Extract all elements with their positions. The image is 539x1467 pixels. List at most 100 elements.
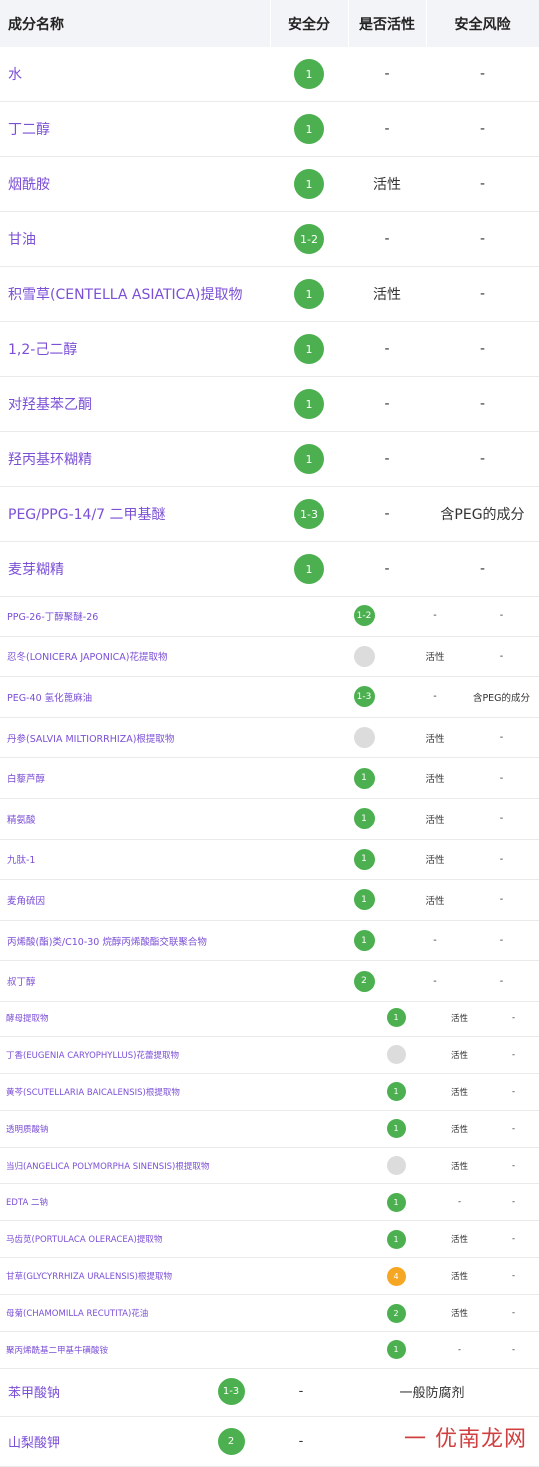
ingredient-name-link[interactable]: 麦芽糊精 bbox=[0, 541, 270, 597]
active-cell: - bbox=[348, 101, 426, 157]
table-row: 黄芩(SCUTELLARIA BAICALENSIS)根提取物 1 活性 - bbox=[0, 1073, 539, 1111]
safety-score-badge: 1 bbox=[386, 1008, 406, 1028]
score-cell: 2 bbox=[361, 1294, 431, 1333]
ingredient-name-link[interactable]: 忍冬(LONICERA JAPONICA)花提取物 bbox=[0, 636, 322, 678]
table-row: 积雪草(CENTELLA ASIATICA)提取物 1 活性 - bbox=[0, 266, 539, 322]
active-cell: 活性 bbox=[431, 1294, 488, 1333]
risk-cell: - bbox=[488, 1294, 539, 1333]
safety-score-badge: 1-2 bbox=[353, 605, 375, 627]
active-cell: 活性 bbox=[431, 1036, 488, 1074]
active-cell: - bbox=[431, 1183, 488, 1222]
risk-cell: - bbox=[488, 1147, 539, 1185]
ingredient-name-link[interactable]: 甘草(GLYCYRRHIZA URALENSIS)根提取物 bbox=[0, 1257, 361, 1296]
table-row: 当归(ANGELICA POLYMORPHA SINENSIS)根提取物 活性 - bbox=[0, 1147, 539, 1185]
ingredient-name-link[interactable]: 丹参(SALVIA MILTIORRHIZA)根提取物 bbox=[0, 717, 322, 759]
score-cell bbox=[322, 636, 406, 678]
score-cell: 1 bbox=[322, 920, 406, 962]
score-cell: 1 bbox=[361, 1110, 431, 1148]
safety-score-badge bbox=[353, 645, 375, 667]
ingredient-name-link[interactable]: 烟酰胺 bbox=[0, 156, 270, 212]
ingredient-table-smaller: 酵母提取物 1 活性 - 丁香(EUGENIA CARYOPHYLLUS)花蕾提取物 活性… bbox=[0, 1000, 539, 1369]
score-cell: 1-2 bbox=[270, 211, 348, 267]
ingredient-name-link[interactable]: 黄芩(SCUTELLARIA BAICALENSIS)根提取物 bbox=[0, 1073, 361, 1111]
active-cell: - bbox=[348, 431, 426, 487]
table-row: 麦芽糊精 1- - bbox=[0, 541, 539, 597]
table-row: 水1-- bbox=[0, 47, 539, 102]
table-row: 精氨酸 1 活性 - bbox=[0, 798, 539, 840]
active-cell: 活性 bbox=[348, 156, 426, 212]
table-row: 马齿苋(PORTULACA OLERACEA)提取物 1 活性 - bbox=[0, 1220, 539, 1259]
safety-score-badge: 1 bbox=[294, 554, 324, 584]
safety-score-badge: 1 bbox=[294, 114, 324, 144]
ingredient-name-link[interactable]: 对羟基苯乙酮 bbox=[0, 376, 270, 432]
ingredient-name-link[interactable]: 山梨酸钾 bbox=[0, 1416, 185, 1467]
ingredient-name-link[interactable]: PEG-40 氢化蓖麻油 bbox=[0, 676, 322, 718]
safety-score-badge: 1 bbox=[386, 1229, 406, 1249]
score-cell: 1 bbox=[270, 321, 348, 377]
active-cell: 活性 bbox=[406, 757, 464, 799]
ingredient-name-link[interactable]: 马齿苋(PORTULACA OLERACEA)提取物 bbox=[0, 1220, 361, 1259]
table-row: 母菊(CHAMOMILLA RECUTITA)花油 2 活性 - bbox=[0, 1294, 539, 1333]
ingredient-name-link[interactable]: EDTA 二钠 bbox=[0, 1183, 361, 1222]
ingredient-name-link[interactable]: 透明质酸钠 bbox=[0, 1110, 361, 1148]
table-row: 苯甲酸钠 1-3 - 一般防腐剂 bbox=[0, 1367, 539, 1417]
risk-cell: - bbox=[488, 1331, 539, 1369]
safety-score-badge: 1 bbox=[353, 930, 375, 952]
safety-score-badge: 1 bbox=[294, 334, 324, 364]
score-cell: 1 bbox=[270, 47, 348, 102]
ingredient-name-link[interactable]: 聚丙烯酰基二甲基牛磺酸铵 bbox=[0, 1331, 361, 1369]
ingredient-name-link[interactable]: 丙烯酸(酯)类/C10-30 烷醇丙烯酸酯交联聚合物 bbox=[0, 920, 322, 962]
table-row: 1,2-己二醇 1- - bbox=[0, 321, 539, 377]
score-cell: 1-3 bbox=[185, 1367, 277, 1417]
active-cell: 活性 bbox=[431, 1110, 488, 1148]
ingredient-name-link[interactable]: PPG-26-丁醇聚醚-26 bbox=[0, 596, 322, 637]
ingredient-name-link[interactable]: PEG/PPG-14/7 二甲基醚 bbox=[0, 486, 270, 542]
table-row: 羟丙基环糊精 1- - bbox=[0, 431, 539, 487]
ingredient-name-link[interactable]: 白藜芦醇 bbox=[0, 757, 322, 799]
ingredient-name-link[interactable]: 当归(ANGELICA POLYMORPHA SINENSIS)根提取物 bbox=[0, 1147, 361, 1185]
ingredient-name-link[interactable]: 丁二醇 bbox=[0, 101, 270, 157]
ingredient-name-link[interactable]: 母菊(CHAMOMILLA RECUTITA)花油 bbox=[0, 1294, 361, 1333]
risk-cell: - bbox=[426, 101, 539, 157]
risk-cell: - bbox=[426, 321, 539, 377]
active-cell: - bbox=[348, 541, 426, 597]
risk-cell: - bbox=[426, 156, 539, 212]
ingredient-name-link[interactable]: 九肽-1 bbox=[0, 839, 322, 881]
active-cell: - bbox=[348, 211, 426, 267]
ingredient-name-link[interactable]: 羟丙基环糊精 bbox=[0, 431, 270, 487]
score-cell: 1 bbox=[361, 1183, 431, 1222]
header-risk: 安全风险 bbox=[426, 0, 539, 47]
risk-cell: - bbox=[426, 211, 539, 267]
active-cell: - bbox=[406, 596, 464, 637]
active-cell: 活性 bbox=[431, 1147, 488, 1185]
ingredient-name-link[interactable]: 积雪草(CENTELLA ASIATICA)提取物 bbox=[0, 266, 270, 322]
ingredient-name-link[interactable]: 麦角硫因 bbox=[0, 879, 322, 921]
header-name: 成分名称 bbox=[0, 0, 271, 47]
active-cell: - bbox=[406, 960, 464, 1002]
score-cell bbox=[361, 1147, 431, 1185]
active-cell: - bbox=[348, 486, 426, 542]
safety-score-badge: 1 bbox=[353, 848, 375, 870]
active-cell: 活性 bbox=[431, 1257, 488, 1296]
ingredient-name-link[interactable]: 丁香(EUGENIA CARYOPHYLLUS)花蕾提取物 bbox=[0, 1036, 361, 1074]
ingredient-name-link[interactable]: 苯甲酸钠 bbox=[0, 1367, 185, 1417]
ingredient-name-link[interactable]: 酵母提取物 bbox=[0, 1000, 361, 1037]
score-cell: 2 bbox=[185, 1416, 277, 1467]
risk-cell: - bbox=[488, 1000, 539, 1037]
ingredient-name-link[interactable]: 1,2-己二醇 bbox=[0, 321, 270, 377]
table-row: 甘油 1-2- - bbox=[0, 211, 539, 267]
active-cell: - bbox=[406, 920, 464, 962]
risk-cell: - bbox=[488, 1220, 539, 1259]
table-row: 九肽-1 1 活性 - bbox=[0, 839, 539, 881]
active-cell: - bbox=[348, 321, 426, 377]
safety-score-badge: 1 bbox=[386, 1192, 406, 1212]
ingredient-name-link[interactable]: 叔丁醇 bbox=[0, 960, 322, 1002]
ingredient-name-link[interactable]: 甘油 bbox=[0, 211, 270, 267]
active-cell: 活性 bbox=[406, 839, 464, 881]
safety-score-badge bbox=[353, 727, 375, 749]
score-cell bbox=[322, 717, 406, 759]
ingredient-name-link[interactable]: 精氨酸 bbox=[0, 798, 322, 840]
ingredient-name-link[interactable]: 水 bbox=[0, 47, 270, 102]
active-cell: 活性 bbox=[348, 266, 426, 322]
table-row: PEG-40 氢化蓖麻油 1-3 - 含PEG的成分 bbox=[0, 676, 539, 718]
